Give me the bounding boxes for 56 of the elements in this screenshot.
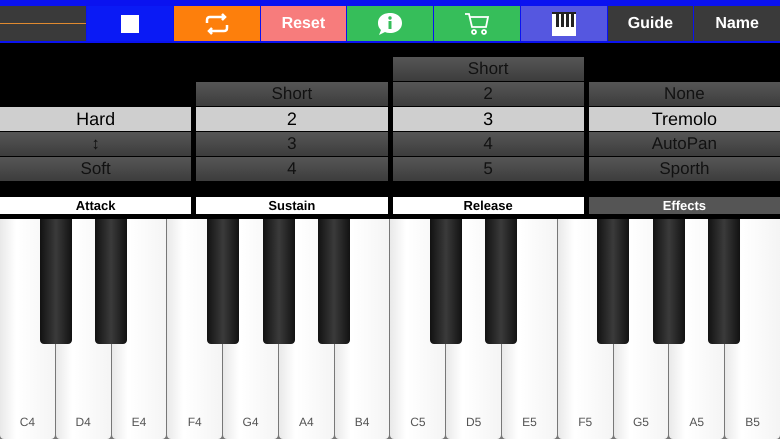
key-label: B4 — [354, 415, 370, 429]
picker-item[interactable]: 4 — [392, 132, 584, 156]
piano-icon — [552, 12, 576, 36]
picker-item[interactable]: Short — [196, 82, 388, 106]
picker-item[interactable]: 2 — [392, 82, 584, 106]
toolbar-button[interactable]: Name — [694, 6, 780, 41]
picker-item[interactable]: 4 — [196, 157, 388, 181]
picker-item[interactable]: None — [588, 82, 780, 106]
stop-icon — [120, 14, 139, 32]
key-label: A4 — [298, 415, 314, 429]
key-label: F5 — [578, 415, 592, 429]
picker-tab[interactable]: Sustain — [196, 197, 388, 214]
key-label: G4 — [242, 415, 259, 429]
picker-tab[interactable]: Release — [392, 197, 584, 214]
picker-item[interactable]: Tremolo — [588, 107, 780, 131]
picker-item[interactable]: Sporth — [588, 157, 780, 181]
key-label: C4 — [20, 415, 36, 429]
stop-button[interactable] — [87, 6, 173, 41]
key-label: D4 — [76, 415, 91, 429]
picker-tab[interactable]: Effects — [588, 197, 780, 214]
cart-icon — [464, 12, 490, 36]
toolbar-button[interactable]: Reset — [260, 6, 346, 41]
repeat-icon — [204, 12, 230, 34]
key-label: E5 — [522, 415, 537, 429]
sharp-key[interactable] — [40, 219, 72, 344]
picker-item[interactable]: Short — [392, 57, 584, 81]
sharp-key[interactable] — [596, 219, 629, 344]
picker-tab[interactable]: Attack — [0, 197, 192, 214]
sharp-key[interactable] — [95, 219, 128, 344]
picker-item[interactable]: 3 — [392, 107, 584, 131]
sharp-key[interactable] — [485, 219, 518, 344]
piano-button[interactable] — [520, 6, 606, 41]
sharp-key[interactable] — [262, 219, 295, 344]
key-label: E4 — [132, 415, 146, 429]
sharp-key[interactable] — [430, 219, 462, 344]
key-label: B5 — [745, 415, 760, 429]
picker-item[interactable]: AutoPan — [588, 132, 780, 156]
picker-item[interactable]: 5 — [392, 157, 584, 181]
toolbar-button[interactable]: Guide — [608, 6, 694, 41]
picker-item[interactable]: 3 — [196, 132, 388, 156]
key-label: A5 — [689, 415, 704, 429]
piano-keyboard[interactable]: C4 D4 E4 F4 G4 A4 B4 C5 D5 E5 F5 G5 A5 B5 — [0, 219, 780, 439]
key-label: D5 — [466, 415, 482, 429]
info-button[interactable] — [347, 6, 433, 41]
key-label: G5 — [632, 415, 649, 429]
sharp-key[interactable] — [318, 219, 350, 344]
picker-item[interactable]: Hard — [0, 107, 192, 131]
sharp-key[interactable] — [206, 219, 239, 344]
info-icon — [377, 12, 404, 36]
key-label: F4 — [188, 415, 202, 429]
sharp-key[interactable] — [652, 219, 685, 344]
picker-item[interactable]: ↕ — [0, 132, 192, 156]
picker-item[interactable]: Soft — [0, 157, 192, 181]
key-label: C5 — [410, 415, 426, 429]
sharp-key[interactable] — [708, 219, 740, 344]
picker-item[interactable]: 2 — [196, 107, 388, 131]
